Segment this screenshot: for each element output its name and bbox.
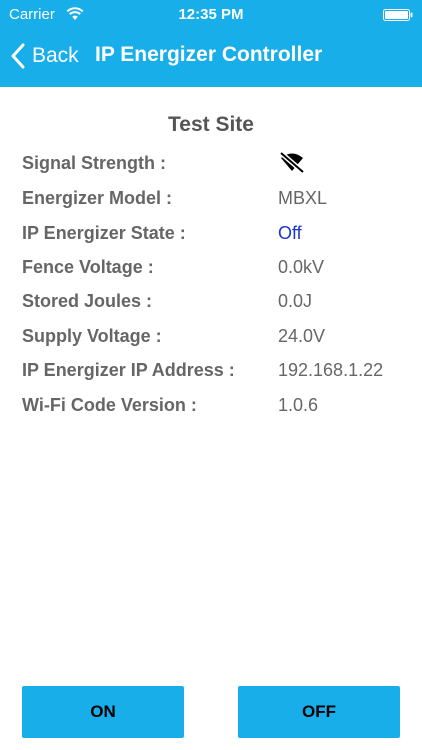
wifi-code-version-row: Wi-Fi Code Version : 1.0.6: [0, 395, 422, 421]
status-bar: Carrier 12:35 PM: [0, 0, 422, 30]
supply-voltage-row: Supply Voltage : 24.0V: [0, 326, 422, 352]
stored-joules-label: Stored Joules :: [22, 291, 153, 311]
no-signal-icon: [279, 151, 305, 174]
energizer-model-row: Energizer Model : MBXL: [0, 188, 422, 214]
chevron-left-icon: [11, 43, 25, 69]
energizer-state-label: IP Energizer State :: [22, 223, 186, 243]
stored-joules-row: Stored Joules : 0.0J: [0, 291, 422, 317]
supply-voltage-value: 24.0V: [278, 326, 326, 346]
fence-voltage-row: Fence Voltage : 0.0kV: [0, 257, 422, 283]
energizer-state-value: Off: [278, 223, 302, 243]
wifi-code-version-label: Wi-Fi Code Version :: [22, 395, 197, 415]
ip-address-value: 192.168.1.22: [278, 360, 384, 380]
ip-address-row: IP Energizer IP Address : 192.168.1.22: [0, 360, 422, 386]
clock: 12:35 PM: [178, 6, 244, 23]
energizer-model-label: Energizer Model :: [22, 188, 173, 208]
fence-voltage-label: Fence Voltage :: [22, 257, 154, 277]
fence-voltage-value: 0.0kV: [278, 257, 325, 277]
wifi-code-version-value: 1.0.6: [278, 395, 319, 415]
energizer-state-row: IP Energizer State : Off: [0, 223, 422, 249]
battery-icon: [383, 9, 413, 21]
off-button[interactable]: OFF: [238, 686, 400, 738]
site-name: Test Site: [168, 113, 254, 136]
signal-strength-label: Signal Strength :: [22, 153, 166, 173]
back-label: Back: [32, 44, 79, 67]
on-button[interactable]: ON: [22, 686, 184, 738]
energizer-model-value: MBXL: [278, 188, 328, 208]
back-button[interactable]: Back: [10, 41, 79, 71]
ip-address-label: IP Energizer IP Address :: [22, 360, 235, 380]
signal-strength-row: Signal Strength :: [0, 151, 422, 179]
stored-joules-value: 0.0J: [278, 291, 313, 311]
page-title: IP Energizer Controller: [95, 43, 323, 66]
supply-voltage-label: Supply Voltage :: [22, 326, 162, 346]
navigation-header: Carrier 12:35 PM Back IP Energizer Contr…: [0, 0, 422, 87]
